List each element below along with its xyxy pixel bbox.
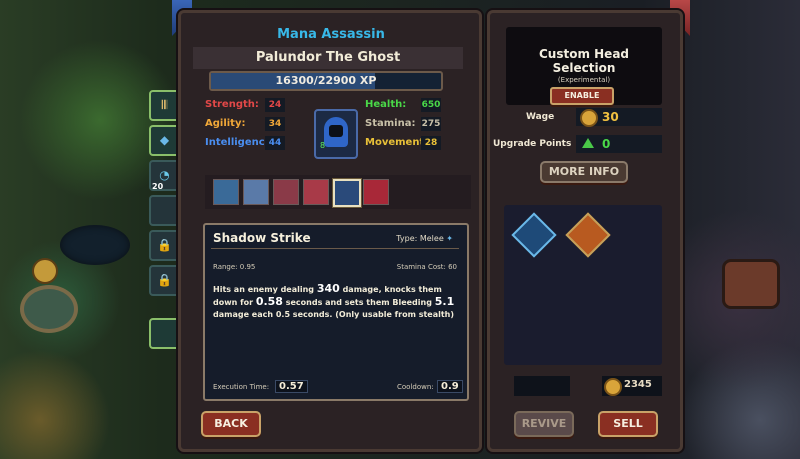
custom-head-title: Custom Head Selection <box>538 47 630 75</box>
wage-label: Wage <box>526 112 555 122</box>
equip-slot-ranged[interactable]: ◔ 20 <box>149 160 180 191</box>
stat-value-box: 28 <box>421 136 441 150</box>
skill-range: Range: 0.95 <box>213 263 256 271</box>
bleed-skill-icon[interactable] <box>363 179 389 205</box>
map-arena[interactable] <box>20 285 78 333</box>
enable-button[interactable]: ENABLE <box>550 87 614 105</box>
hero-class: Mana Assassin <box>277 27 385 42</box>
cooldown-value: 0.9 <box>437 380 463 393</box>
stat-label: Movement: <box>365 137 429 148</box>
upgrade-points-box: 0 <box>576 135 662 153</box>
equip-slot-weapon[interactable]: 𝄃𝄃 <box>149 90 180 121</box>
cooldown-label: Cooldown: <box>397 383 434 391</box>
map-siege-cart[interactable] <box>725 262 777 306</box>
skill-title: Shadow Strike <box>213 231 311 245</box>
skill-stamina-cost: Stamina Cost: 60 <box>396 263 457 271</box>
armor-icon: ◆ <box>159 133 170 147</box>
crimson-skill-icon[interactable] <box>303 179 329 205</box>
gold-display: 2345 <box>602 376 662 396</box>
desc-bleed: 5.1 <box>434 295 455 308</box>
lock-icon: 🔒 <box>157 273 172 287</box>
stat-label: Agility: <box>205 118 246 129</box>
skill-type: Type: Melee ✦ <box>396 234 453 243</box>
coin-icon <box>580 109 598 127</box>
equip-slot-armor[interactable]: ◆ <box>149 125 180 156</box>
upgrade-points-label: Upgrade Points <box>493 139 572 149</box>
perk-area <box>504 205 662 365</box>
divider <box>211 248 459 249</box>
back-button[interactable]: BACK <box>201 411 261 437</box>
gold-value: 2345 <box>624 379 652 390</box>
hero-portrait: 8 <box>314 109 358 159</box>
perk-fire-face-icon[interactable] <box>565 212 611 258</box>
claw-weapon-icon: 𝄃𝄃 <box>161 98 168 112</box>
empty-field <box>514 376 570 396</box>
wage-value: 30 <box>602 110 619 124</box>
blades-skill-icon[interactable] <box>273 179 299 205</box>
bow-count: 20 <box>152 182 164 191</box>
desc-knock: 0.58 <box>255 295 283 308</box>
equip-slot-empty[interactable] <box>149 195 180 226</box>
execution-label: Execution Time: <box>213 383 270 391</box>
equip-slot-locked-2: 🔒 <box>149 265 180 296</box>
perk-blue-diamond-icon[interactable] <box>511 212 557 258</box>
coin-icon <box>604 378 622 396</box>
xp-bar: 16300/22900 XP <box>209 71 443 91</box>
wage-box: 30 <box>576 108 662 127</box>
stat-label: Strength: <box>205 99 259 110</box>
execution-value: 0.57 <box>275 380 308 393</box>
melee-type-icon: ✦ <box>446 234 453 243</box>
skill-description: Hits an enemy dealing 340 damage, knocks… <box>213 283 459 321</box>
stat-value-box: 24 <box>265 98 285 112</box>
claw-skill-icon[interactable] <box>243 179 269 205</box>
stat-value-box: 44 <box>265 136 285 150</box>
desc-damage: 340 <box>316 282 340 295</box>
portrait-face <box>329 125 343 137</box>
lock-icon: 🔒 <box>157 238 172 252</box>
hero-name: Palundor The Ghost <box>193 47 463 69</box>
xp-text: 16300/22900 XP <box>275 74 377 87</box>
shadow-strike-skill-icon[interactable] <box>333 179 361 207</box>
sell-button[interactable]: SELL <box>598 411 658 437</box>
desc-part: damage each 0.5 seconds. (Only usable fr… <box>213 310 455 319</box>
custom-head-subtitle: (Experimental) <box>557 76 611 84</box>
stat-value-box: 650 <box>421 98 441 112</box>
more-info-button[interactable]: MORE INFO <box>540 161 628 183</box>
skill-detail-card: Shadow Strike Type: Melee ✦ Range: 0.95 … <box>203 223 469 401</box>
map-compass-marker[interactable] <box>32 258 58 284</box>
desc-part: seconds and sets them Bleeding <box>282 298 435 307</box>
portrait-badge: 8 <box>320 141 326 150</box>
skill-type-text: Type: Melee <box>396 234 444 243</box>
map-lake <box>60 225 130 265</box>
stat-value-box: 34 <box>265 117 285 131</box>
hero-info-panel: Custom Head Selection (Experimental) ENA… <box>487 10 683 452</box>
upgrade-arrow-icon <box>582 138 594 148</box>
upgrade-points-value: 0 <box>602 137 611 151</box>
equip-slot-locked-1: 🔒 <box>149 230 180 261</box>
dash-skill-icon[interactable] <box>213 179 239 205</box>
equip-slot-accessory[interactable] <box>149 318 180 349</box>
custom-head-box: Custom Head Selection (Experimental) ENA… <box>506 27 662 105</box>
stat-label: Health: <box>365 99 407 110</box>
stat-value-box: 275 <box>421 117 441 131</box>
hero-panel: Mana Assassin Palundor The Ghost 16300/2… <box>178 10 482 452</box>
desc-part: Hits an enemy dealing <box>213 285 317 294</box>
skill-bar <box>205 175 471 209</box>
stat-label: Stamina: <box>365 118 416 129</box>
revive-button[interactable]: REVIVE <box>514 411 574 437</box>
